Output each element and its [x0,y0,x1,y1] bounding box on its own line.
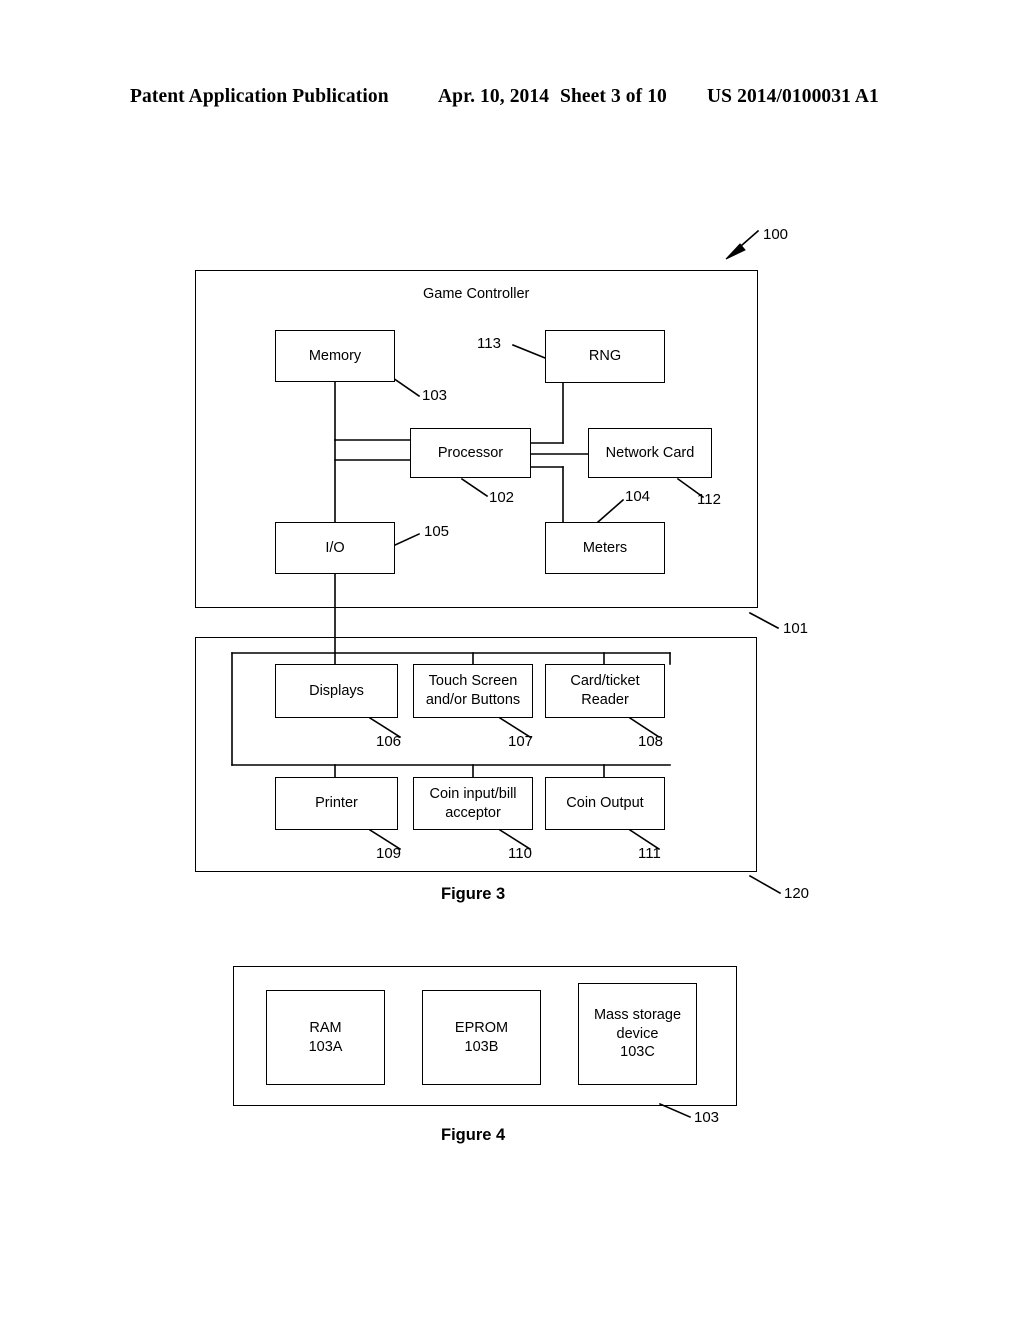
block-network-card: Network Card [588,428,712,478]
block-ram-label-line2: 103A [308,1038,343,1055]
header-patent-number: US 2014/0100031 A1 [707,86,879,107]
block-meters: Meters [545,522,665,574]
block-card-ticket-reader: Card/ticket Reader [545,664,665,718]
block-touch-screen-label-line2: and/or Buttons [425,692,521,708]
ref-103-memory: 103 [422,387,448,404]
block-displays-label: Displays [309,682,364,699]
ref-104-meters: 104 [625,488,651,505]
block-ram-label-line1: RAM [309,1019,342,1036]
figure-4-caption: Figure 4 [441,1126,506,1144]
block-io-label: I/O [325,539,345,556]
block-mass-storage-device: Mass storage device 103C [578,983,697,1085]
ref-110-coin-input: 110 [508,845,532,862]
block-rng: RNG [545,330,665,383]
block-eprom-label-line2: 103B [464,1038,499,1055]
block-touch-screen: Touch Screen and/or Buttons [413,664,533,718]
block-network-card-label: Network Card [605,444,695,461]
ref-107-touch-screen: 107 [508,733,534,750]
block-printer-label: Printer [315,795,358,812]
block-displays: Displays [275,664,398,718]
block-mass-storage-label-line3: 103C [620,1044,655,1061]
ref-112-network-card: 112 [697,491,721,508]
block-touch-screen-label-line1: Touch Screen [428,673,518,690]
ref-111-coin-output: 111 [638,845,661,862]
block-memory: Memory [275,330,395,382]
ref-106-displays: 106 [376,733,402,750]
ref-109-printer: 109 [376,845,402,862]
ref-120-peripherals: 120 [784,885,810,902]
block-memory-label: Memory [308,347,362,364]
header-date-text: Apr. 10, 2014 [438,86,550,107]
ref-108-card-ticket-reader: 108 [638,733,664,750]
ref-103-memory-detail: 103 [694,1109,720,1126]
block-eprom-label-line1: EPROM [454,1019,509,1036]
block-card-ticket-reader-label-line1: Card/ticket [570,673,640,690]
block-coin-input-label-line2: acceptor [445,804,501,821]
ref-113-rng: 113 [477,335,501,352]
block-coin-input-label-line1: Coin input/bill [429,785,517,802]
block-io: I/O [275,522,395,574]
block-coin-output: Coin Output [545,777,665,830]
ref-102-processor: 102 [489,489,515,506]
ref-101-game-controller: 101 [783,620,809,637]
block-ram: RAM 103A [266,990,385,1085]
block-coin-output-label: Coin Output [566,795,644,812]
ref-100-system: 100 [763,226,789,243]
block-processor: Processor [410,428,531,478]
block-rng-label: RNG [588,348,622,365]
figure-3-caption: Figure 3 [441,885,506,903]
block-eprom: EPROM 103B [422,990,541,1085]
block-mass-storage-label-line2: device [616,1025,659,1042]
block-printer: Printer [275,777,398,830]
block-card-ticket-reader-label-line2: Reader [581,692,629,708]
block-meters-label: Meters [582,539,628,556]
patent-header: Patent Application Publication Apr. 10, … [0,86,1024,116]
game-controller-title: Game Controller [423,286,530,302]
header-publication-text: Patent Application Publication [130,86,389,107]
block-mass-storage-label-line1: Mass storage [593,1007,682,1024]
ref-105-io: 105 [424,523,450,540]
block-coin-input-bill-acceptor: Coin input/bill acceptor [413,777,533,830]
block-processor-label: Processor [437,444,504,461]
header-sheet-text: Sheet 3 of 10 [560,86,667,107]
